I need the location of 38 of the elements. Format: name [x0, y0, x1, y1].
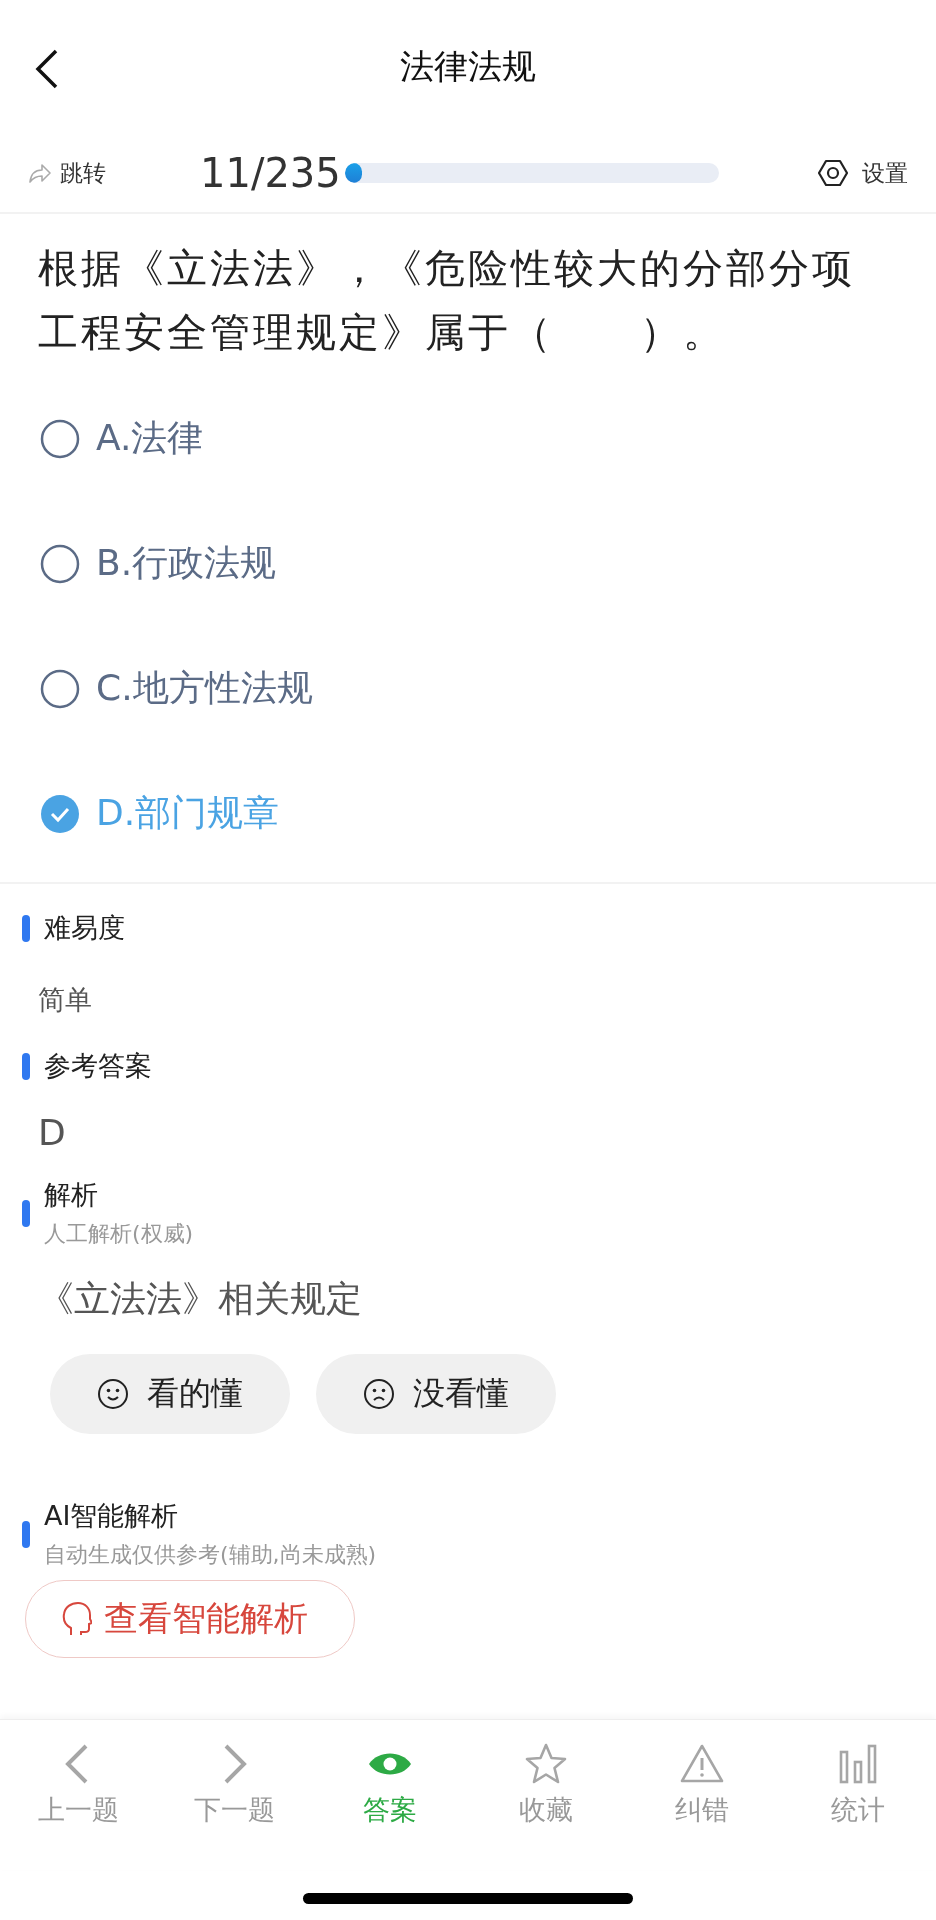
toolbar-tab[interactable]: 上一题: [0, 1720, 156, 1870]
reference-answer: D: [37, 1111, 67, 1155]
feedback-button[interactable]: 没看懂: [316, 1354, 556, 1434]
section-marker: [22, 1052, 30, 1080]
analysis-text: 《立法法》相关规定: [37, 1277, 363, 1321]
toolbar-tab[interactable]: 收藏: [468, 1720, 624, 1870]
settings-button[interactable]: 设置: [818, 157, 908, 189]
jump-button[interactable]: 跳转: [28, 157, 106, 189]
answer-option[interactable]: A.法律: [40, 414, 204, 463]
section-subtitle: 自动生成仅供参考(辅助,尚未成熟): [44, 1541, 377, 1569]
toolbar-tab[interactable]: 答案: [312, 1720, 468, 1870]
toolbar-tab[interactable]: 统计: [780, 1720, 936, 1870]
question-text: 根据《立法法》，《危险性较大的分部分项工程安全管理规定》属于（ ）。: [37, 244, 856, 357]
section-marker: [22, 914, 30, 942]
sad-face-icon: [363, 1378, 395, 1410]
ai-head-icon: [62, 1601, 92, 1637]
section-marker: [22, 1520, 30, 1548]
section-heading: 难易度: [44, 911, 125, 945]
difficulty-value: 简单: [37, 983, 93, 1017]
ai-analysis-button[interactable]: 查看智能解析: [25, 1580, 355, 1658]
section-marker: [22, 1199, 30, 1227]
share-arrow-icon: [28, 162, 52, 184]
page-title: 法律法规: [400, 45, 536, 88]
answer-option[interactable]: C.地方性法规: [40, 664, 313, 713]
smiley-icon: [97, 1378, 129, 1410]
section-heading: 参考答案: [44, 1049, 152, 1083]
back-icon[interactable]: [34, 48, 60, 90]
answer-option[interactable]: D.部门规章: [40, 789, 280, 838]
section-heading: 解析: [44, 1178, 99, 1212]
toolbar-tab[interactable]: 纠错: [624, 1720, 780, 1870]
question-counter: 11/235: [200, 150, 341, 196]
answer-option[interactable]: B.行政法规: [40, 539, 277, 588]
toolbar-tab[interactable]: 下一题: [156, 1720, 312, 1870]
settings-icon: [818, 158, 848, 188]
star-icon: [524, 1742, 568, 1786]
feedback-button[interactable]: 看的懂: [50, 1354, 290, 1434]
section-subtitle: 人工解析(权威): [44, 1220, 194, 1248]
section-heading: AI智能解析: [44, 1499, 180, 1533]
